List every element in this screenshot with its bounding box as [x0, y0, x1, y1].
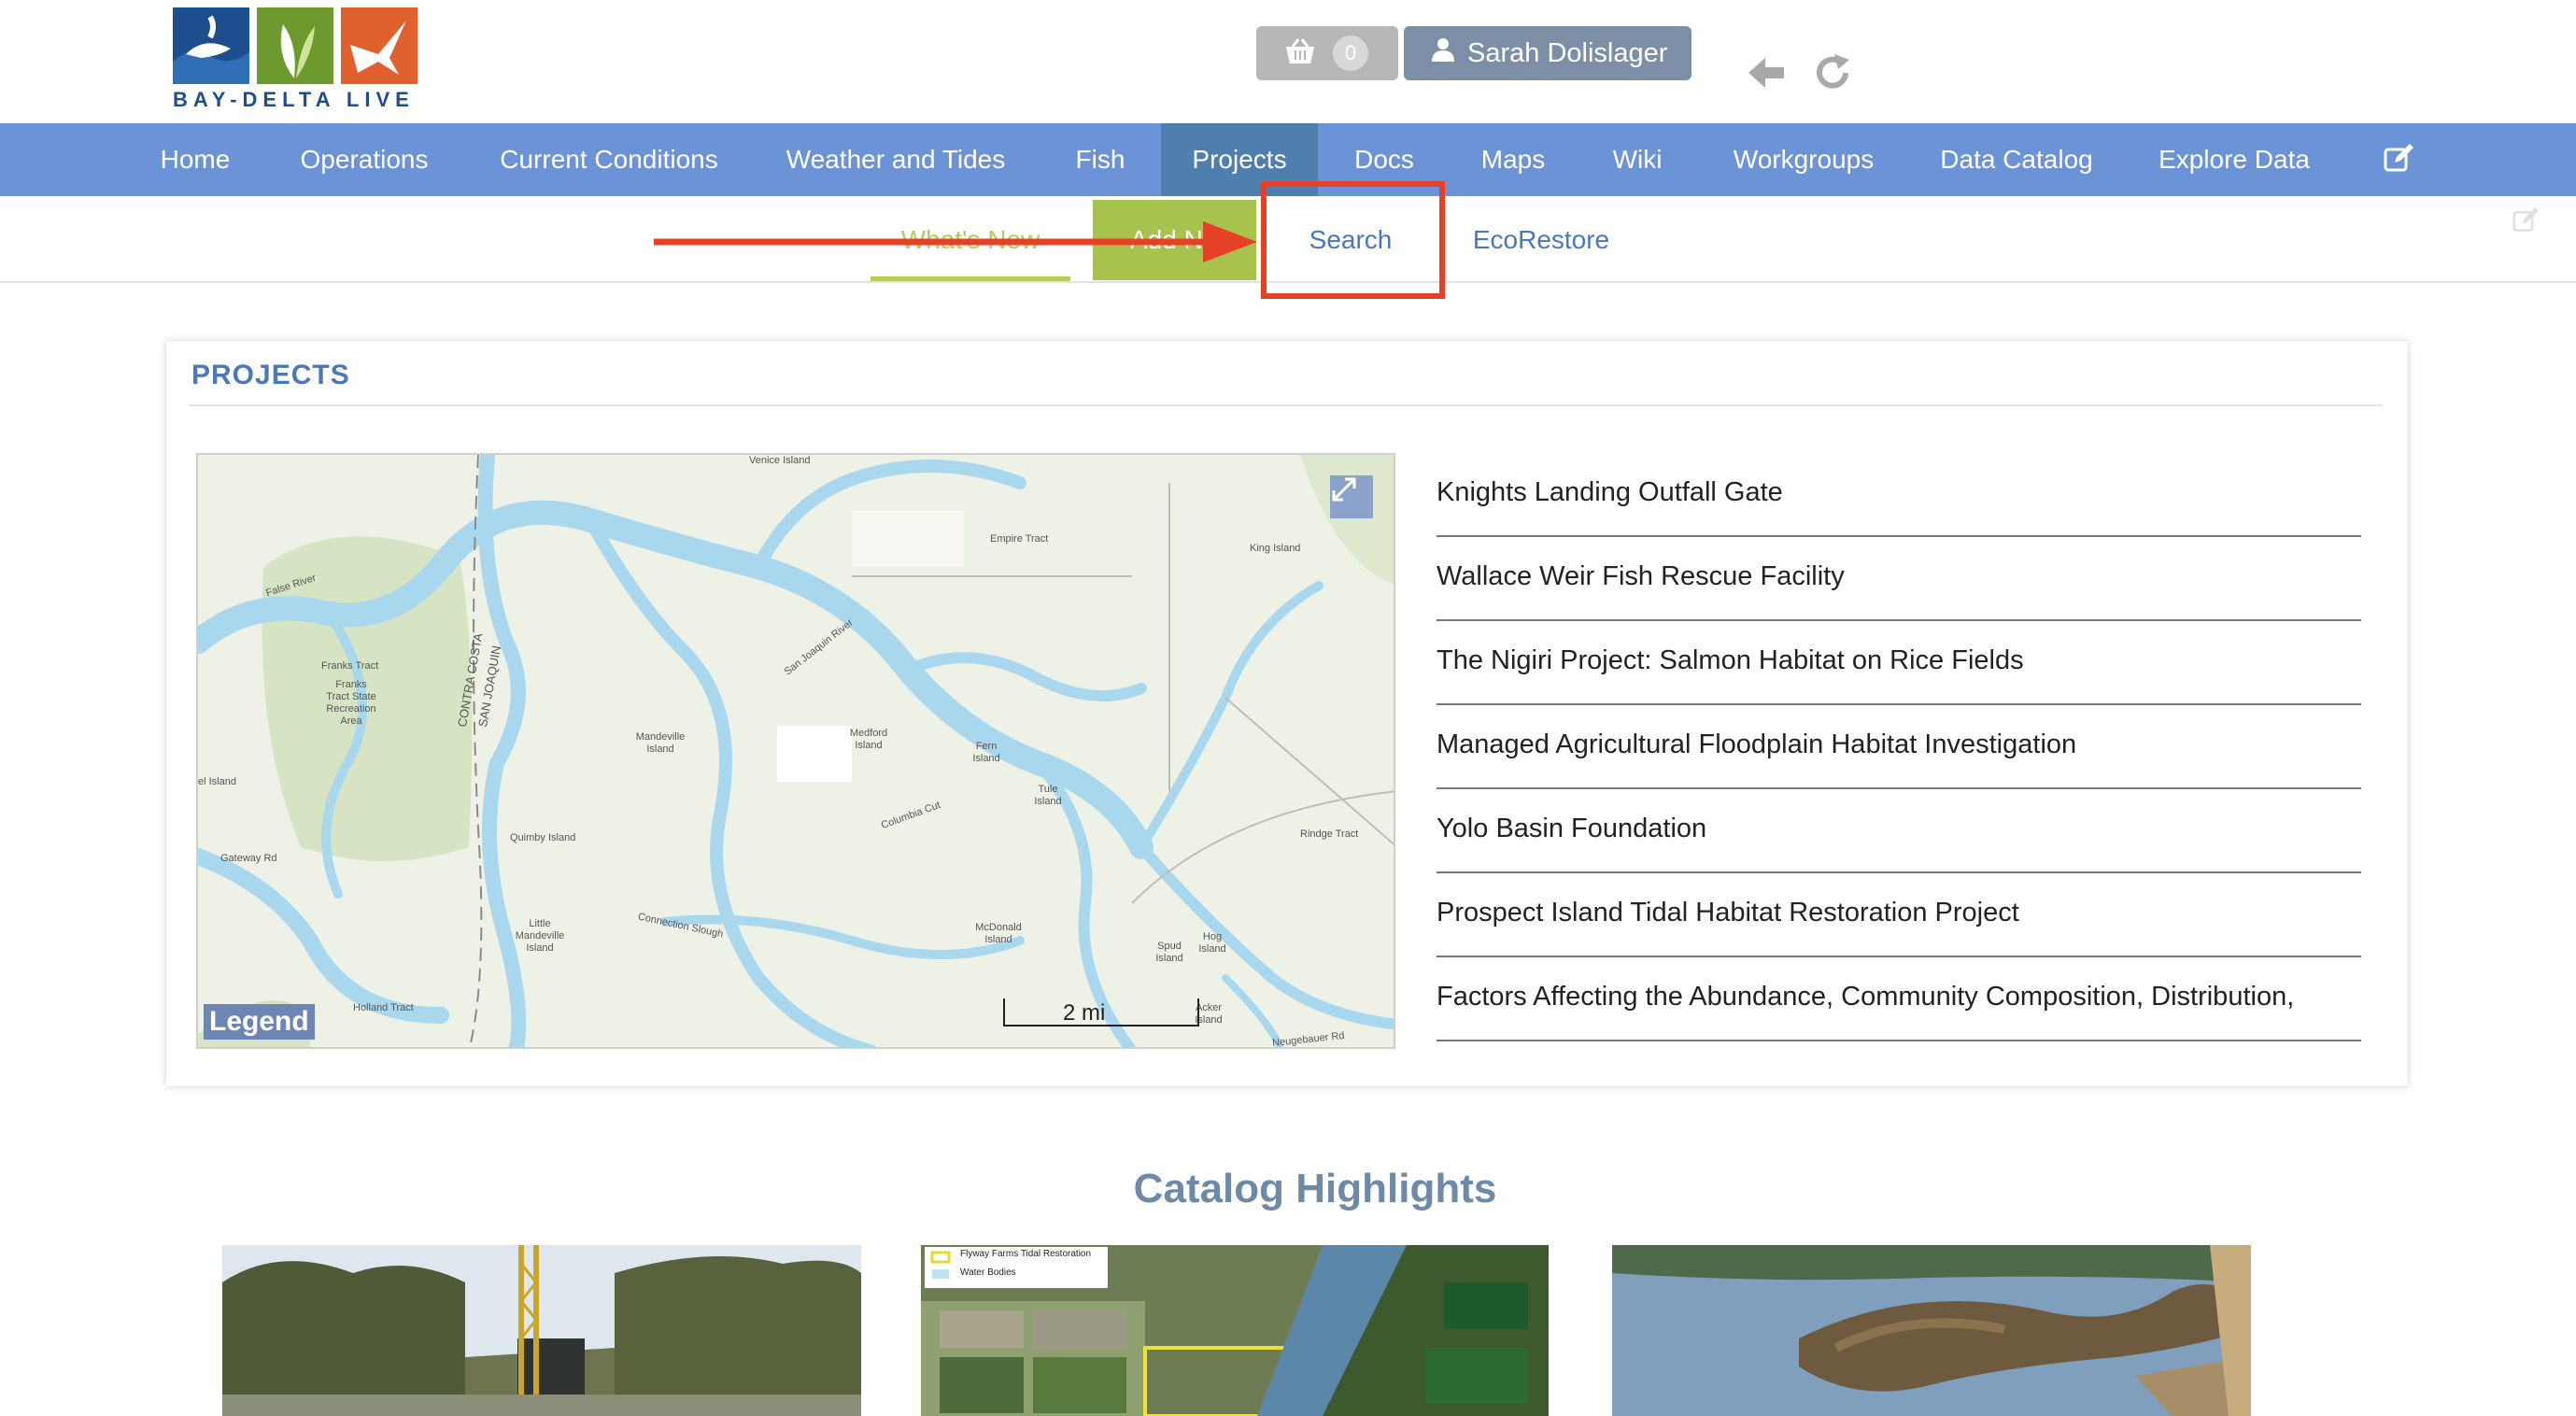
- whale-logo-icon: [173, 7, 249, 84]
- leaf-logo-icon: [257, 7, 333, 84]
- history-controls: [1747, 54, 1853, 96]
- map-label: Empire Tract: [990, 533, 1049, 545]
- thumbnail-legend-item: Flyway Farms Tidal Restoration: [960, 1249, 1092, 1259]
- annotation-arrow: [654, 221, 1257, 262]
- map-scale-bar: 2 mi: [1003, 998, 1199, 1027]
- catalog-highlights-heading: Catalog Highlights: [1133, 1166, 1497, 1211]
- thumbnail-legend-item: Water Bodies: [960, 1267, 1016, 1278]
- user-icon: [1432, 37, 1454, 69]
- map-label: Little Mandeville Island: [515, 918, 565, 954]
- map-basemap: [198, 455, 1394, 1047]
- cart-button[interactable]: 0: [1256, 26, 1398, 80]
- map-label: Holland Tract: [353, 1002, 414, 1013]
- heading-divider: [190, 404, 2383, 406]
- map-label: el Island: [198, 776, 236, 787]
- thumbnail-image: [222, 1245, 861, 1416]
- map-label: Hog Island: [1198, 931, 1226, 955]
- project-list-item[interactable]: Factors Affecting the Abundance, Communi…: [1437, 957, 2361, 1041]
- nav-item-current-conditions[interactable]: Current Conditions: [484, 123, 734, 196]
- user-menu-button[interactable]: Sarah Dolislager: [1404, 26, 1691, 80]
- back-arrow-icon[interactable]: [1747, 54, 1786, 96]
- catalog-thumbnail-crane[interactable]: [222, 1245, 861, 1416]
- bay-delta-live-logo[interactable]: BAY-DELTA LIVE: [173, 7, 442, 112]
- project-list-item[interactable]: Managed Agricultural Floodplain Habitat …: [1437, 705, 2361, 789]
- map-label: Fern Island: [972, 741, 1000, 764]
- map-legend-button[interactable]: Legend: [204, 1004, 315, 1040]
- projects-map[interactable]: Venice Island Empire Tract King Island F…: [196, 453, 1395, 1049]
- map-label: Mandeville Island: [635, 731, 686, 755]
- nav-item-workgroups[interactable]: Workgroups: [1717, 123, 1890, 196]
- map-label: Franks Tract: [321, 660, 379, 672]
- nav-item-home[interactable]: Home: [140, 123, 250, 196]
- map-label: Spud Island: [1155, 941, 1183, 964]
- projects-heading: PROJECTS: [191, 360, 350, 390]
- projects-list: Knights Landing Outfall Gate Wallace Wei…: [1437, 453, 2361, 1049]
- edit-page-icon[interactable]: [2512, 207, 2539, 238]
- refresh-icon[interactable]: [1814, 54, 1853, 96]
- map-label: Gateway Rd: [220, 853, 277, 864]
- nav-item-data-catalog[interactable]: Data Catalog: [1930, 123, 2103, 196]
- site-header: BAY-DELTA LIVE 0 Sarah Dolislager: [0, 0, 2576, 123]
- project-list-item[interactable]: Prospect Island Tidal Habitat Restoratio…: [1437, 873, 2361, 957]
- map-label: King Island: [1250, 543, 1301, 554]
- map-label: Rindge Tract: [1300, 828, 1359, 840]
- nav-item-wiki[interactable]: Wiki: [1597, 123, 1677, 196]
- nav-item-explore-data[interactable]: Explore Data: [2141, 123, 2328, 196]
- cart-count-badge: 0: [1333, 35, 1368, 71]
- logo-text: BAY-DELTA LIVE: [173, 88, 415, 111]
- catalog-thumbnail-floodplain[interactable]: [1612, 1245, 2251, 1416]
- map-label: Medford Island: [849, 728, 888, 751]
- nav-item-operations[interactable]: Operations: [280, 123, 448, 196]
- logo-tiles: [173, 7, 442, 84]
- nav-item-maps[interactable]: Maps: [1466, 123, 1560, 196]
- expand-map-button[interactable]: [1330, 475, 1373, 518]
- projects-panel: PROJECTS Venice Island Empire Tract King…: [166, 341, 2408, 1086]
- nav-item-weather-and-tides[interactable]: Weather and Tides: [771, 123, 1020, 196]
- user-name: Sarah Dolislager: [1467, 37, 1668, 68]
- nav-item-fish[interactable]: Fish: [1055, 123, 1145, 196]
- bird-logo-icon: [341, 7, 418, 84]
- project-list-item[interactable]: Wallace Weir Fish Rescue Facility: [1437, 537, 2361, 621]
- thumbnail-image: [1612, 1245, 2251, 1416]
- scale-label: 2 mi: [1063, 1000, 1106, 1026]
- project-list-item[interactable]: The Nigiri Project: Salmon Habitat on Ri…: [1437, 621, 2361, 705]
- project-list-item[interactable]: Yolo Basin Foundation: [1437, 789, 2361, 873]
- subnav-ecorestore[interactable]: EcoRestore: [1452, 196, 1630, 283]
- edit-square-icon[interactable]: [2384, 144, 2413, 178]
- map-label: Franks Tract State Recreation Area: [326, 679, 376, 727]
- catalog-thumbnail-flyway-map[interactable]: Flyway Farms Tidal Restoration Water Bod…: [921, 1245, 1549, 1416]
- annotation-highlight-box: [1261, 181, 1445, 299]
- project-list-item[interactable]: Knights Landing Outfall Gate: [1437, 453, 2361, 537]
- map-label: Tule Island: [1034, 784, 1062, 807]
- basket-icon: [1284, 37, 1316, 70]
- map-label: Venice Island: [749, 455, 811, 466]
- map-label: Quimby Island: [510, 832, 576, 843]
- map-label: McDonald Island: [975, 922, 1022, 945]
